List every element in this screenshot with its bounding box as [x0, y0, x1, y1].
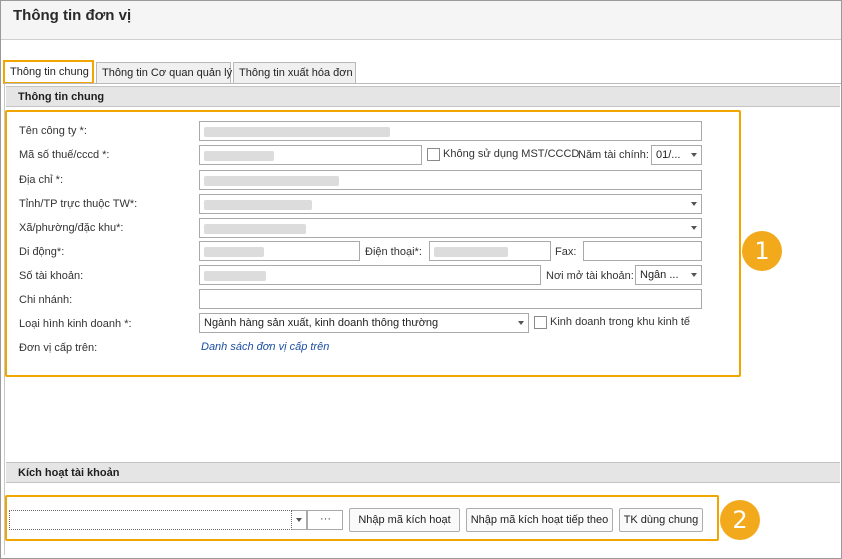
fiscal-year-select[interactable]: 01/...	[651, 145, 702, 165]
tab-management-agency[interactable]: Thông tin Cơ quan quản lý	[96, 62, 232, 83]
parent-unit-link[interactable]: Danh sách đơn vị cấp trên	[201, 341, 329, 353]
bank-select[interactable]: Ngân ...	[635, 265, 702, 285]
phone-label: Điện thoại*:	[365, 246, 422, 258]
activation-code-combo[interactable]	[9, 510, 292, 530]
branch-input[interactable]	[199, 289, 702, 309]
callout-badge-1: 1	[742, 231, 782, 271]
redacted-value	[204, 271, 266, 281]
company-name-label: Tên công ty *:	[19, 125, 87, 137]
window-title: Thông tin đơn vị	[13, 7, 132, 24]
general-section-header: Thông tin chung	[6, 86, 840, 107]
fax-label: Fax:	[555, 246, 577, 258]
parent-unit-label: Đơn vị cấp trên:	[19, 342, 98, 354]
business-type-label: Loại hình kinh doanh *:	[19, 318, 132, 330]
shared-account-button[interactable]: TK dùng chung	[619, 508, 703, 532]
title-bar: Thông tin đơn vị	[1, 1, 841, 40]
enter-activation-code-button[interactable]: Nhập mã kích hoạt	[349, 508, 460, 532]
business-type-select[interactable]: Ngành hàng sản xuất, kinh doanh thông th…	[199, 313, 529, 333]
chevron-down-icon	[691, 202, 697, 206]
redacted-value	[204, 176, 339, 186]
mobile-input[interactable]	[199, 241, 360, 261]
activation-browse-button[interactable]: ···	[307, 510, 343, 530]
enter-next-activation-code-button[interactable]: Nhập mã kích hoạt tiếp theo	[466, 508, 613, 532]
account-number-label: Số tài khoản:	[19, 270, 84, 282]
activation-section-title: Kích hoạt tài khoản	[18, 467, 120, 479]
phone-input[interactable]	[429, 241, 551, 261]
bank-label: Nơi mở tài khoản:	[546, 270, 634, 282]
redacted-value	[204, 200, 312, 210]
mobile-label: Di động*:	[19, 246, 65, 258]
ellipsis-icon: ···	[320, 513, 331, 525]
account-number-input[interactable]	[199, 265, 541, 285]
activation-section-header: Kích hoạt tài khoản	[6, 462, 840, 483]
business-type-value: Ngành hàng sản xuất, kinh doanh thông th…	[204, 317, 439, 329]
tab-general-info[interactable]: Thông tin chung	[3, 60, 94, 84]
redacted-value	[434, 247, 508, 257]
redacted-value	[204, 127, 390, 137]
address-label: Địa chỉ *:	[19, 174, 64, 186]
branch-label: Chi nhánh:	[19, 294, 73, 306]
tax-code-label: Mã số thuế/cccd *:	[19, 149, 110, 161]
fiscal-year-value: 01/...	[656, 149, 681, 161]
company-name-input[interactable]	[199, 121, 702, 141]
ward-select[interactable]	[199, 218, 702, 238]
no-tax-code-checkbox[interactable]	[427, 148, 440, 161]
bank-value: Ngân ...	[640, 269, 679, 281]
redacted-value	[204, 151, 274, 161]
chevron-down-icon	[691, 153, 697, 157]
address-input[interactable]	[199, 170, 702, 190]
redacted-value	[204, 224, 306, 234]
redacted-value	[204, 247, 264, 257]
tax-code-input[interactable]	[199, 145, 422, 165]
chevron-down-icon	[691, 226, 697, 230]
no-tax-code-label: Không sử dụng MST/CCCD	[443, 148, 580, 160]
chevron-down-icon	[296, 518, 302, 522]
province-select[interactable]	[199, 194, 702, 214]
fiscal-year-label: Năm tài chính:	[578, 149, 649, 161]
province-label: Tỉnh/TP trực thuộc TW*:	[19, 198, 138, 210]
fax-input[interactable]	[583, 241, 702, 261]
ward-label: Xã/phường/đặc khu*:	[19, 222, 124, 234]
tab-invoice-info[interactable]: Thông tin xuất hóa đơn	[233, 62, 356, 83]
chevron-down-icon	[518, 321, 524, 325]
activation-code-dropdown[interactable]	[292, 510, 307, 530]
callout-badge-2: 2	[720, 500, 760, 540]
general-section-title: Thông tin chung	[18, 91, 105, 103]
chevron-down-icon	[691, 273, 697, 277]
economic-zone-label: Kinh doanh trong khu kinh tế	[550, 316, 691, 328]
economic-zone-checkbox[interactable]	[534, 316, 547, 329]
